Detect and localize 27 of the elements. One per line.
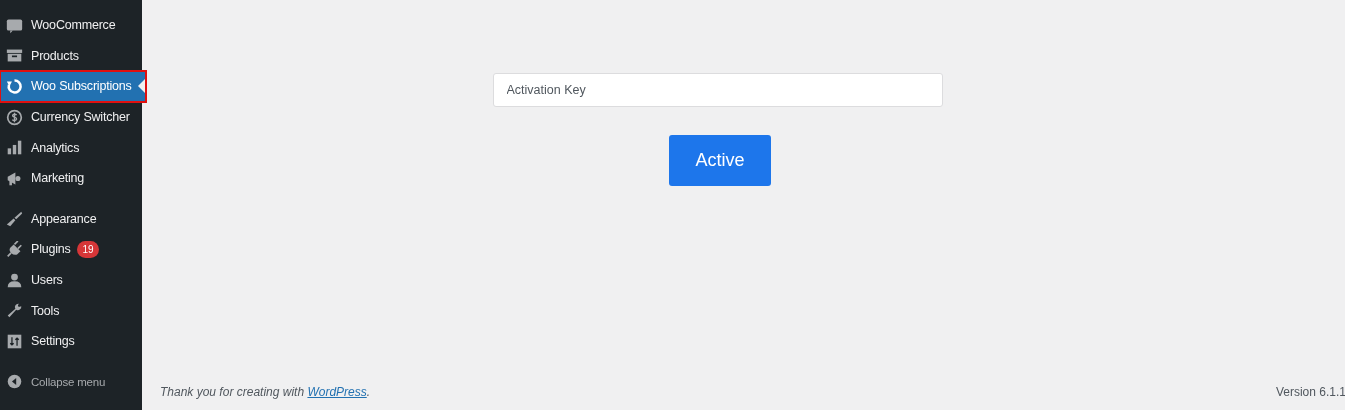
current-page-pointer [138, 79, 145, 94]
update-count-badge: 19 [76, 240, 100, 258]
sidebar-item[interactable]: WooCommerce [0, 10, 142, 41]
sliders-icon [6, 332, 23, 350]
active-button[interactable]: Active [669, 135, 771, 186]
sidebar-item[interactable]: Appearance [0, 203, 142, 235]
sidebar-item[interactable]: Users [0, 264, 142, 296]
wordpress-link[interactable]: WordPress [307, 385, 367, 399]
plug-icon [6, 240, 23, 258]
bar-chart-icon [6, 139, 23, 157]
footer-thanks-text: Thank you for creating with WordPress. [160, 385, 371, 399]
sidebar-item[interactable]: Plugins 19 [0, 234, 142, 265]
sidebar-item[interactable]: Marketing [0, 162, 142, 194]
wrench-icon [6, 302, 23, 320]
version-text: Version 6.1.1 [1275, 385, 1345, 399]
activation-key-field[interactable]: Activation Key [492, 73, 943, 107]
user-icon [6, 271, 23, 289]
sidebar-item[interactable]: Tools [0, 295, 142, 326]
sidebar-item[interactable]: Products [0, 40, 142, 72]
sidebar-item[interactable]: Settings [0, 325, 142, 357]
paintbrush-icon [6, 210, 23, 228]
refresh-icon [6, 78, 23, 95]
collapse-menu-button[interactable]: Collapse menu [0, 366, 142, 398]
dollar-coin-icon [6, 108, 23, 126]
sidebar-item[interactable]: Woo Subscriptions [0, 71, 146, 102]
sidebar-item[interactable]: Currency Switcher [0, 101, 142, 133]
sidebar-item[interactable]: Analytics [0, 132, 142, 163]
